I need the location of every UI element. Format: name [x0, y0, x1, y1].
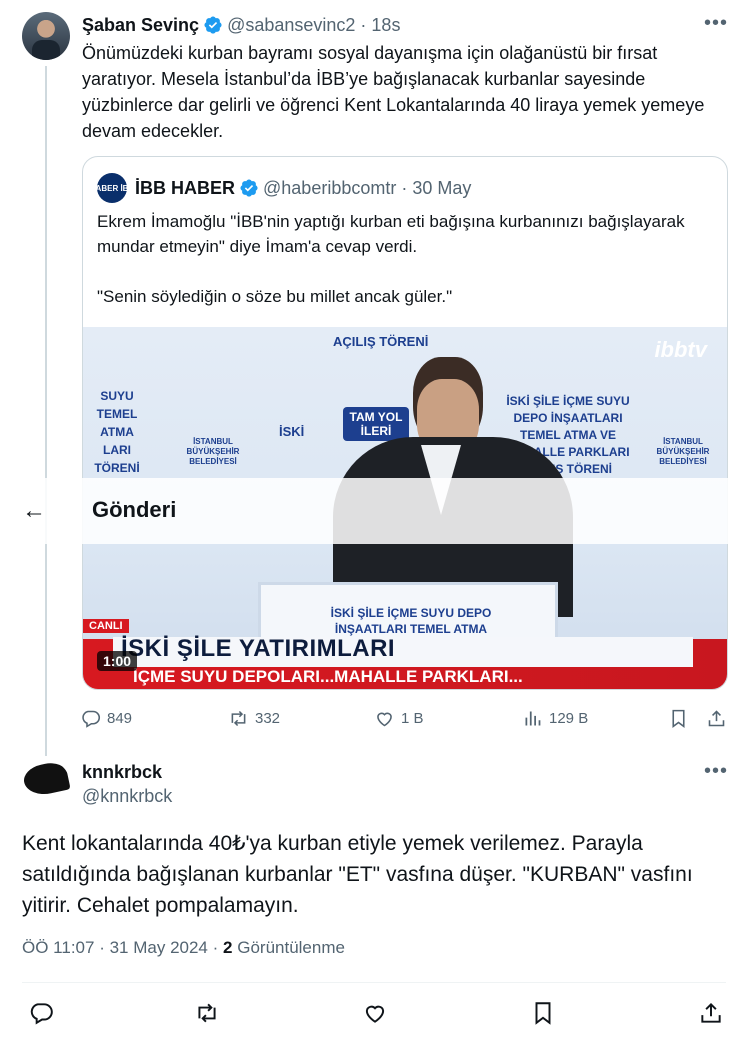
- banner-text: AÇILIŞ TÖRENİ: [333, 334, 429, 349]
- post-meta: ÖÖ 11:07 · 31 May 2024 · 2 Görüntülenme: [22, 938, 345, 958]
- views-button[interactable]: 129 B: [522, 704, 588, 732]
- divider: [22, 982, 726, 983]
- post-time[interactable]: ÖÖ 11:07: [22, 938, 94, 957]
- repost-icon: [231, 710, 246, 726]
- thread-connector-line: [45, 66, 47, 756]
- reply-count: 849: [107, 709, 133, 727]
- share-button[interactable]: [706, 704, 727, 732]
- more-options-icon[interactable]: •••: [704, 12, 728, 35]
- quoted-author-handle: @haberibbcomtr: [263, 177, 397, 198]
- reply-icon: [82, 710, 101, 728]
- tweet-header: Şaban Sevinç @sabansevinc2 · 18s: [82, 13, 400, 37]
- bookmark-button[interactable]: [530, 1000, 556, 1031]
- separator-dot: ·: [99, 938, 105, 957]
- heart-icon: [365, 1005, 385, 1023]
- repost-button[interactable]: 332: [228, 704, 280, 732]
- tweet-actions: 849 332 1 B 129 B: [80, 704, 730, 732]
- separator-dot: ·: [401, 177, 408, 198]
- bookmark-icon: [535, 1002, 551, 1025]
- separator-dot: ·: [212, 938, 219, 957]
- views-count: 129 B: [549, 709, 589, 727]
- iski-logo: İSKİ: [279, 424, 305, 439]
- verified-badge-icon: [240, 179, 258, 197]
- views-count: 2: [223, 938, 233, 957]
- ibb-haber-logo: HABER İBB: [90, 173, 134, 203]
- tweet-text: Önümüzdeki kurban bayramı sosyal dayanış…: [82, 43, 705, 141]
- quoted-text-line: Ekrem İmamoğlu "İBB'nin yaptığı kurban e…: [97, 212, 685, 256]
- quoted-tweet[interactable]: HABER İBB İBB HABER @haberibbcomtr · 30 …: [82, 156, 728, 690]
- banner-sign: TAM YOL İLERİ: [343, 407, 409, 441]
- share-icon: [708, 709, 725, 726]
- org-logo-left: İSTANBUL BÜYÜKŞEHİR BELEDİYESİ: [186, 437, 240, 466]
- bookmark-icon: [672, 709, 685, 728]
- repost-button[interactable]: [194, 1000, 220, 1031]
- back-arrow-icon[interactable]: ←: [22, 498, 46, 524]
- news-ticker-subtitle: İÇME SUYU DEPOLARI...MAHALLE PARKLARI...: [133, 667, 523, 686]
- podium-text: İSKİ ŞİLE İÇME SUYU DEPO İNŞAATLARI TEME…: [330, 606, 492, 636]
- share-icon: [701, 1002, 721, 1023]
- avatar[interactable]: [22, 12, 70, 60]
- reply-author-name[interactable]: knnkrbck: [82, 762, 162, 783]
- reply-author-handle[interactable]: @knnkrbck: [82, 786, 172, 807]
- page-title: Gönderi: [92, 497, 177, 522]
- repost-icon: [198, 1003, 216, 1023]
- author-handle[interactable]: @sabansevinc2: [227, 13, 355, 37]
- channel-logo: ibbtv: [654, 337, 707, 362]
- like-count: 1 B: [401, 709, 424, 727]
- quoted-author-name: İBB HABER: [135, 177, 236, 198]
- org-logo-right: İSTANBUL BÜYÜKŞEHİR BELEDİYESİ: [656, 437, 710, 466]
- reply-icon: [30, 1003, 53, 1025]
- reply-button[interactable]: [28, 1000, 54, 1031]
- reply-text: Kent lokantalarında 40₺'ya kurban etiyle…: [22, 832, 693, 917]
- views-chart-icon: [525, 711, 541, 725]
- heart-icon: [377, 712, 392, 726]
- tweet-time[interactable]: 18s: [371, 13, 400, 37]
- banner-text: SUYU TEMEL ATMA LARI TÖRENİ: [94, 389, 140, 475]
- news-ticker-title: İSKİ ŞİLE YATIRIMLARI: [121, 635, 396, 662]
- author-name[interactable]: Şaban Sevinç: [82, 13, 199, 37]
- post-actions: [22, 996, 726, 1030]
- more-options-icon[interactable]: •••: [704, 760, 728, 783]
- quoted-tweet-header: HABER İBB İBB HABER @haberibbcomtr · 30 …: [90, 173, 472, 203]
- views-label: Görüntülenme: [237, 938, 345, 957]
- reply-button[interactable]: 849: [80, 704, 132, 732]
- post-date[interactable]: 31 May 2024: [110, 938, 208, 957]
- share-button[interactable]: [698, 1000, 724, 1031]
- live-badge: CANLI: [83, 619, 129, 633]
- avatar[interactable]: [22, 760, 70, 808]
- quoted-text-line: "Senin söylediğin o söze bu millet ancak…: [97, 287, 453, 306]
- quoted-tweet-date: 30 May: [412, 177, 472, 198]
- like-button[interactable]: 1 B: [374, 704, 424, 732]
- separator-dot: ·: [360, 15, 367, 35]
- video-duration: 1:00: [97, 651, 138, 671]
- quoted-tweet-text: Ekrem İmamoğlu "İBB'nin yaptığı kurban e…: [97, 209, 697, 334]
- repost-count: 332: [255, 709, 281, 727]
- verified-badge-icon: [204, 16, 222, 34]
- bookmark-button[interactable]: [668, 704, 689, 732]
- like-button[interactable]: [362, 1000, 388, 1031]
